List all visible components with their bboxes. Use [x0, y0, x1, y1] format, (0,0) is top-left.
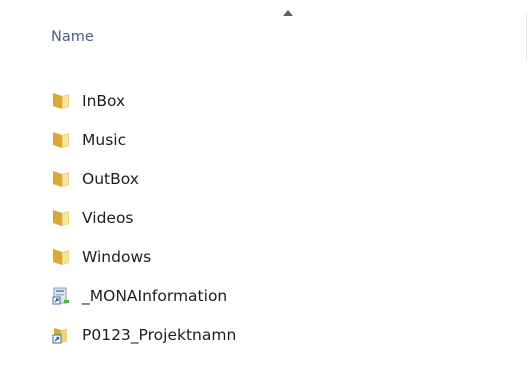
list-item-music[interactable]: Music: [46, 120, 506, 159]
list-item-outbox[interactable]: OutBox: [46, 159, 506, 198]
file-list: InBox Music OutBox Videos Windows _MONAI…: [46, 81, 506, 354]
list-item-p0123-projektnamn[interactable]: P0123_Projektnamn: [46, 315, 506, 354]
file-name: _MONAInformation: [82, 286, 228, 305]
file-name: OutBox: [82, 169, 139, 188]
file-name: Windows: [82, 247, 152, 266]
folder-icon: [50, 92, 72, 110]
column-divider[interactable]: [526, 14, 527, 61]
file-explorer: Name InBox Music OutBox Videos Windows _…: [0, 0, 529, 376]
file-name: Music: [82, 130, 127, 149]
file-name: P0123_Projektnamn: [82, 325, 237, 344]
folder-icon: [50, 209, 72, 227]
folder-icon: [50, 131, 72, 149]
file-name: InBox: [82, 91, 126, 110]
list-item-inbox[interactable]: InBox: [46, 81, 506, 120]
folder-icon: [50, 248, 72, 266]
column-header-label: Name: [51, 29, 94, 45]
list-item-windows[interactable]: Windows: [46, 237, 506, 276]
list-item-monainformation[interactable]: _MONAInformation: [46, 276, 506, 315]
shortcut-icon: [50, 326, 72, 344]
column-header-name[interactable]: Name: [0, 0, 529, 62]
list-item-videos[interactable]: Videos: [46, 198, 506, 237]
folder-icon: [50, 170, 72, 188]
file-name: Videos: [82, 208, 134, 227]
sort-ascending-icon: [283, 10, 293, 16]
shortcut-icon: [50, 287, 72, 305]
